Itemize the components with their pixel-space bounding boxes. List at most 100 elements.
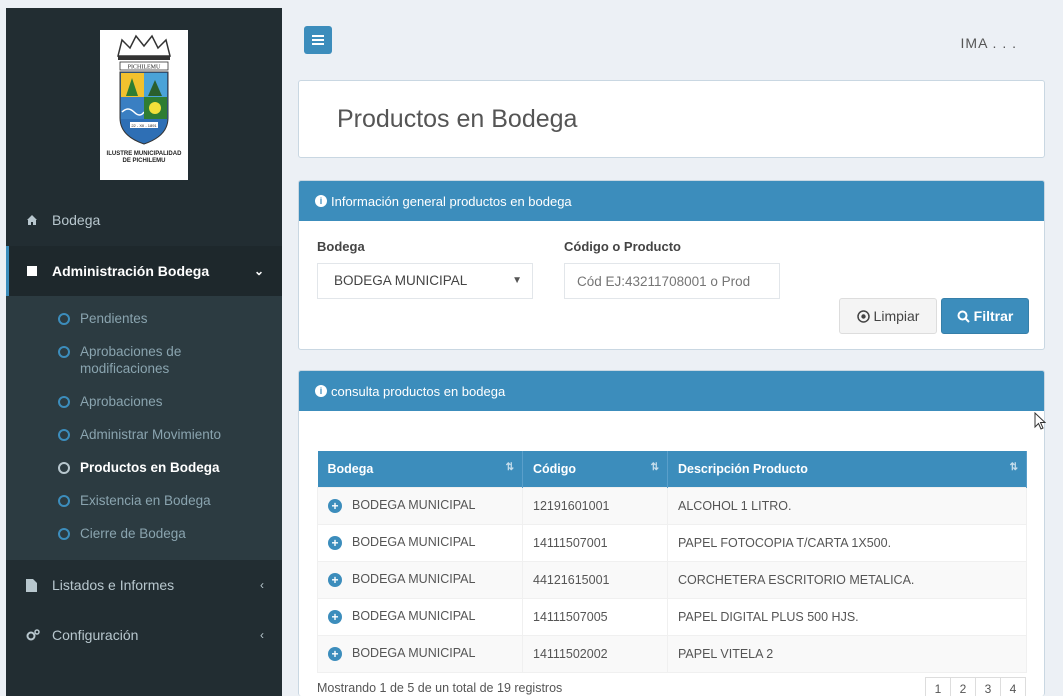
sidebar: PICHILEMU 22 - XII - 1891 ILUSTRE MUNICI…	[6, 8, 282, 696]
cell-bodega: + BODEGA MUNICIPAL	[317, 634, 523, 673]
circle-icon	[58, 396, 70, 408]
cell-bodega-text: BODEGA MUNICIPAL	[352, 498, 476, 513]
filter-button-label: Filtrar	[973, 308, 1014, 324]
info-icon: i	[315, 195, 327, 207]
bodega-select[interactable]: BODEGA MUNICIPAL ▼	[317, 263, 533, 299]
page-button[interactable]: 1	[925, 677, 951, 696]
cogs-icon	[26, 629, 44, 641]
circle-icon	[58, 462, 70, 474]
sidebar-subitem-label: Administrar Movimiento	[80, 427, 222, 442]
sidebar-subitem-existencia-en-bodega[interactable]: Existencia en Bodega	[6, 484, 282, 517]
cell-codigo: 44121615001	[522, 560, 668, 599]
circle-icon	[58, 528, 70, 540]
logo-caption: ILUSTRE MUNICIPALIDAD DE PICHILEMU	[107, 151, 182, 165]
top-bar: IMA . . .	[282, 8, 1063, 70]
cell-bodega: + BODEGA MUNICIPAL	[317, 560, 523, 599]
cell-bodega-text: BODEGA MUNICIPAL	[352, 646, 476, 661]
cell-codigo: 14111507001	[522, 523, 668, 562]
cell-descripcion: PAPEL FOTOCOPIA T/CARTA 1X500.	[667, 523, 1027, 562]
cell-descripcion: PAPEL VITELA 2	[667, 634, 1027, 673]
coat-of-arms-icon: PICHILEMU 22 - XII - 1891	[117, 34, 171, 145]
sidebar-item-bodega[interactable]: Bodega	[6, 194, 282, 246]
cell-descripcion: PAPEL DIGITAL PLUS 500 HJS.	[667, 597, 1027, 636]
sidebar-subitem-label: Pendientes	[80, 311, 148, 326]
table-row: + BODEGA MUNICIPAL 14111502002 PAPEL VITE…	[317, 634, 1027, 673]
sidebar-subitem-productos-en-bodega[interactable]: Productos en Bodega	[6, 451, 282, 484]
column-header-bodega[interactable]: Bodega ⇅	[317, 451, 523, 487]
cell-descripcion: ALCOHOL 1 LITRO.	[667, 486, 1027, 525]
cell-bodega: + BODEGA MUNICIPAL	[317, 597, 523, 636]
filter-button[interactable]: Filtrar	[941, 298, 1029, 334]
bodega-label: Bodega	[317, 239, 365, 254]
sidebar-item-listados-informes[interactable]: Listados e Informes ‹	[6, 560, 282, 610]
sidebar-subitem-aprobaciones[interactable]: Aprobaciones	[6, 385, 282, 418]
chevron-left-icon: ‹	[260, 628, 264, 642]
chevron-left-icon: ‹	[260, 578, 264, 592]
logo-caption-line1: ILUSTRE MUNICIPALIDAD	[106, 151, 182, 157]
column-header-descripcion[interactable]: Descripción Producto ⇅	[667, 451, 1027, 487]
expand-row-icon[interactable]: +	[328, 609, 342, 624]
clear-button[interactable]: Limpiar	[839, 298, 937, 334]
circle-icon	[58, 346, 70, 358]
sidebar-subitem-label: Productos en Bodega	[80, 460, 220, 475]
sidebar-subitem-label: Aprobaciones de modificaciones	[80, 344, 182, 376]
sidebar-subitem-label: Existencia en Bodega	[80, 493, 211, 508]
page-button[interactable]: 4	[1000, 677, 1026, 696]
bodega-select-value: BODEGA MUNICIPAL	[334, 273, 468, 288]
sidebar-subitem-administrar-movimiento[interactable]: Administrar Movimiento	[6, 418, 282, 451]
expand-row-icon[interactable]: +	[328, 572, 342, 587]
cell-codigo: 12191601001	[522, 486, 668, 525]
expand-row-icon[interactable]: +	[328, 646, 342, 661]
sidebar-subitem-label: Aprobaciones	[80, 394, 163, 409]
circle-dot-icon	[856, 309, 870, 323]
expand-row-icon[interactable]: +	[328, 535, 342, 550]
cell-bodega-text: BODEGA MUNICIPAL	[352, 572, 476, 587]
sidebar-item-label: Configuración	[52, 627, 139, 643]
app: PICHILEMU 22 - XII - 1891 ILUSTRE MUNICI…	[0, 0, 1063, 696]
book-icon	[26, 265, 44, 277]
page-button[interactable]: 3	[975, 677, 1001, 696]
sort-icon: ⇅	[650, 462, 659, 473]
filter-panel: i Información general productos en bodeg…	[298, 180, 1045, 350]
cell-descripcion: CORCHETERA ESCRITORIO METALICA.	[667, 560, 1027, 599]
results-panel: i consulta productos en bodega Bodega ⇅ …	[298, 370, 1045, 696]
column-header-codigo[interactable]: Código ⇅	[522, 451, 668, 487]
sidebar-item-label: Bodega	[52, 212, 101, 228]
results-panel-title: consulta productos en bodega	[331, 383, 506, 399]
cell-bodega-text: BODEGA MUNICIPAL	[352, 535, 476, 550]
table-row: + BODEGA MUNICIPAL 44121615001 CORCHETERA…	[317, 560, 1027, 599]
expand-row-icon[interactable]: +	[328, 498, 342, 513]
column-header-label: Descripción Producto	[678, 461, 808, 476]
codigo-input[interactable]	[564, 263, 780, 299]
cell-codigo: 14111502002	[522, 634, 668, 673]
column-header-label: Código	[533, 461, 577, 476]
sidebar-subitem-cierre-de-bodega[interactable]: Cierre de Bodega	[6, 517, 282, 550]
user-menu[interactable]: IMA . . .	[961, 35, 1017, 51]
logo-caption-line2: DE PICHILEMU	[122, 158, 166, 164]
info-icon: i	[315, 385, 327, 397]
sidebar-toggle-button[interactable]	[304, 26, 332, 54]
cell-bodega: + BODEGA MUNICIPAL	[317, 486, 523, 525]
home-icon	[26, 214, 44, 226]
chevron-down-icon: ⌄	[253, 264, 264, 278]
column-header-label: Bodega	[327, 461, 374, 476]
table-header-row: Bodega ⇅ Código ⇅ Descripción Producto ⇅	[317, 451, 1027, 487]
sidebar-subitem-aprobaciones-modificaciones[interactable]: Aprobaciones de modificaciones	[6, 335, 282, 385]
sidebar-item-administracion-bodega[interactable]: Administración Bodega ⌄	[6, 246, 282, 296]
logo-date: 22 - XII - 1891	[131, 123, 157, 128]
pagination: 1 2 3 4	[925, 677, 1026, 696]
products-table: Bodega ⇅ Código ⇅ Descripción Producto ⇅…	[317, 451, 1027, 673]
page-button[interactable]: 2	[950, 677, 976, 696]
filter-panel-header: i Información general productos en bodeg…	[299, 181, 1044, 221]
page-title: Productos en Bodega	[337, 105, 578, 133]
sidebar-subitem-label: Cierre de Bodega	[80, 526, 186, 541]
circle-icon	[58, 429, 70, 441]
table-info: Mostrando 1 de 5 de un total de 19 regis…	[317, 681, 563, 695]
file-icon	[26, 578, 44, 592]
sidebar-subitem-pendientes[interactable]: Pendientes	[6, 302, 282, 335]
circle-icon	[58, 313, 70, 325]
sort-icon: ⇅	[1009, 462, 1018, 473]
logo-area: PICHILEMU 22 - XII - 1891 ILUSTRE MUNICI…	[6, 8, 282, 194]
cell-bodega: + BODEGA MUNICIPAL	[317, 523, 523, 562]
sidebar-item-configuracion[interactable]: Configuración ‹	[6, 610, 282, 660]
